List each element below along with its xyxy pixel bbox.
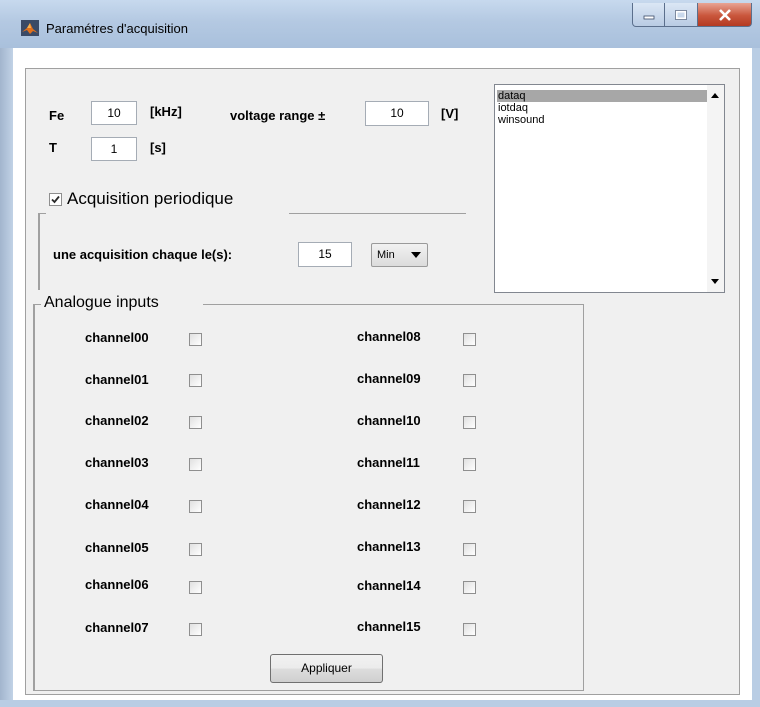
- inputs-group-border-top-left: [33, 304, 41, 305]
- device-listbox[interactable]: dataq iotdaq winsound: [494, 84, 725, 293]
- channel00-checkbox[interactable]: [189, 333, 202, 346]
- channel-label: channel04: [85, 497, 149, 512]
- chevron-down-icon: [411, 252, 421, 258]
- interval-label: une acquisition chaque le(s):: [53, 247, 233, 262]
- inputs-group-border-right: [583, 304, 584, 690]
- channel12-checkbox[interactable]: [463, 500, 476, 513]
- close-icon: [718, 8, 731, 21]
- t-label: T: [49, 140, 57, 155]
- channel-label: channel00: [85, 330, 149, 345]
- periodic-group-border-top-left: [38, 213, 46, 214]
- channel05-checkbox[interactable]: [189, 543, 202, 556]
- channel-label: channel05: [85, 540, 149, 555]
- t-unit-label: [s]: [150, 140, 166, 155]
- channel-label: channel15: [357, 619, 421, 634]
- channel10-checkbox[interactable]: [463, 416, 476, 429]
- channel-label: channel01: [85, 372, 149, 387]
- periodic-checkbox-label: Acquisition periodique: [67, 189, 234, 208]
- voltage-range-input[interactable]: 10: [365, 101, 429, 126]
- apply-button[interactable]: Appliquer: [270, 654, 383, 683]
- maximize-icon: [675, 9, 687, 20]
- inputs-group-border-top: [203, 304, 583, 305]
- minimize-icon: [643, 15, 654, 19]
- channel13-checkbox[interactable]: [463, 543, 476, 556]
- periodic-group-border-left: [38, 213, 40, 290]
- window-left-border: [0, 48, 13, 707]
- channel-label: channel14: [357, 578, 421, 593]
- interval-input[interactable]: 15: [298, 242, 352, 267]
- checkmark-icon: [51, 195, 60, 204]
- inputs-group-title: Analogue inputs: [44, 294, 159, 311]
- listbox-scrollbar[interactable]: [707, 85, 724, 292]
- channel-label: channel13: [357, 539, 421, 554]
- channel14-checkbox[interactable]: [463, 581, 476, 594]
- minimize-button[interactable]: [632, 3, 665, 27]
- voltage-range-label: voltage range ±: [230, 108, 326, 123]
- channel15-checkbox[interactable]: [463, 623, 476, 636]
- scroll-down-icon[interactable]: [711, 279, 719, 284]
- channel08-checkbox[interactable]: [463, 333, 476, 346]
- channel11-checkbox[interactable]: [463, 458, 476, 471]
- channel04-checkbox[interactable]: [189, 500, 202, 513]
- channel02-checkbox[interactable]: [189, 416, 202, 429]
- fe-label: Fe: [49, 108, 65, 123]
- channel03-checkbox[interactable]: [189, 458, 202, 471]
- fe-input[interactable]: 10: [91, 101, 137, 125]
- channel-label: channel12: [357, 497, 421, 512]
- channel-label: channel11: [357, 455, 420, 470]
- voltage-unit-label: [V]: [441, 106, 459, 121]
- periodic-checkbox[interactable]: [49, 193, 62, 206]
- channel-label: channel07: [85, 620, 149, 635]
- window-bottom-border: [0, 700, 760, 707]
- inputs-group-border-left: [33, 304, 35, 690]
- interval-unit-dropdown[interactable]: Min: [371, 243, 428, 267]
- periodic-group-border-top: [289, 213, 466, 214]
- t-input[interactable]: 1: [91, 137, 137, 161]
- dropdown-selected-value: Min: [377, 249, 395, 261]
- channel-label: channel09: [357, 371, 421, 386]
- window-title: Paramétres d'acquisition: [46, 21, 188, 36]
- window-right-border: [752, 48, 760, 707]
- list-item-iotdaq[interactable]: iotdaq: [497, 102, 528, 114]
- channel07-checkbox[interactable]: [189, 623, 202, 636]
- close-button[interactable]: [698, 3, 752, 27]
- inputs-group-border-bottom: [33, 690, 584, 691]
- channel-label: channel08: [357, 329, 421, 344]
- channel-label: channel03: [85, 455, 149, 470]
- channel01-checkbox[interactable]: [189, 374, 202, 387]
- channel09-checkbox[interactable]: [463, 374, 476, 387]
- list-item-dataq[interactable]: dataq: [497, 90, 708, 102]
- channel06-checkbox[interactable]: [189, 581, 202, 594]
- channel-label: channel06: [85, 577, 149, 592]
- scroll-up-icon[interactable]: [711, 93, 719, 98]
- matlab-app-icon: [21, 20, 39, 36]
- channel-label: channel10: [357, 413, 421, 428]
- channel-label: channel02: [85, 413, 149, 428]
- list-item-winsound[interactable]: winsound: [497, 114, 544, 126]
- fe-unit-label: [kHz]: [150, 104, 182, 119]
- maximize-button[interactable]: [665, 3, 698, 27]
